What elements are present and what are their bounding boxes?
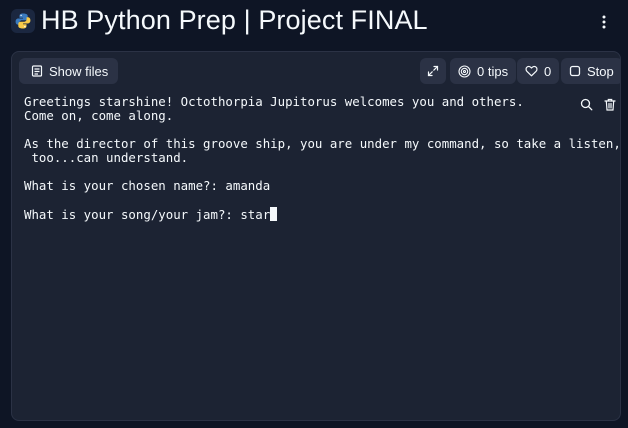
console-tools [580, 98, 616, 116]
console-line: too...can understand. [24, 150, 189, 165]
console-line: Come on, come along. [24, 108, 174, 123]
heart-icon [525, 65, 538, 77]
like-button[interactable]: 0 [517, 58, 560, 84]
tips-label: 0 tips [477, 63, 509, 79]
stop-icon [569, 65, 581, 77]
python-logo-icon[interactable] [11, 9, 35, 33]
console-output[interactable]: Greetings starshine! Octothorpia Jupitor… [12, 92, 621, 420]
run-panel: Show files 0 tips 0 Stop Greetings stars… [11, 51, 621, 421]
trash-icon[interactable] [604, 98, 616, 116]
app-header: HB Python Prep | Project FINAL [0, 0, 628, 46]
text-cursor [270, 207, 278, 221]
console-line: What is your chosen name?: amanda [24, 178, 271, 193]
likes-count: 0 [544, 63, 552, 79]
search-icon[interactable] [580, 98, 593, 116]
console-line-text: What is your song/your jam?: star [24, 207, 271, 222]
tip-coin-icon [458, 64, 471, 78]
expand-icon [427, 65, 439, 77]
files-icon [31, 65, 43, 77]
page-title: HB Python Prep | Project FINAL [41, 5, 428, 35]
tips-button[interactable]: 0 tips [450, 58, 517, 84]
show-files-label: Show files [49, 63, 109, 79]
expand-button[interactable] [420, 58, 446, 84]
more-vertical-icon[interactable] [596, 12, 612, 32]
stop-button[interactable]: Stop [561, 58, 620, 84]
console-line: As the director of this groove ship, you… [24, 136, 621, 151]
console-line: Greetings starshine! Octothorpia Jupitor… [24, 94, 524, 109]
console-input-line[interactable]: What is your song/your jam?: star [24, 207, 278, 222]
show-files-button[interactable]: Show files [19, 58, 119, 84]
stop-label: Stop [587, 63, 614, 79]
